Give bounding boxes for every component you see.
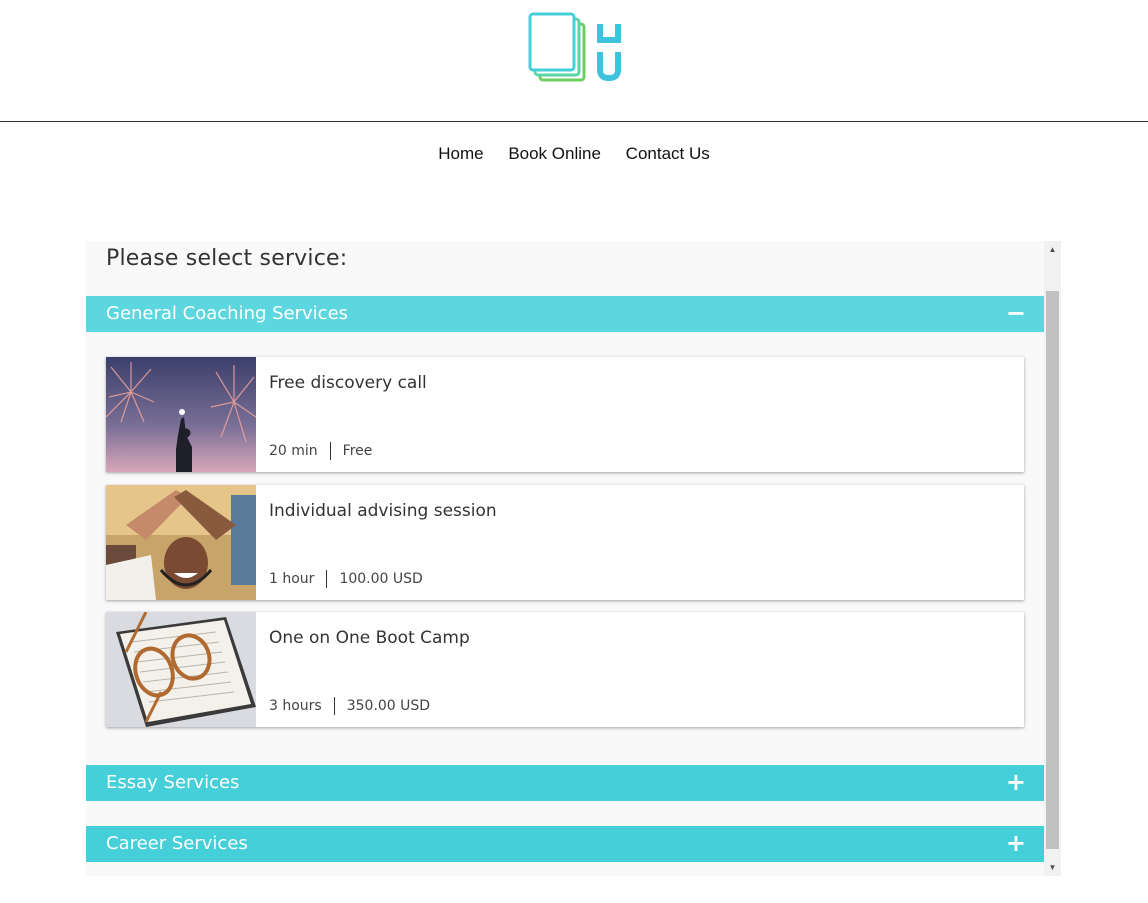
service-card-individual-advising-session[interactable]: Individual advising session 1 hour 100.0… [106, 485, 1024, 600]
scrollbar-thumb[interactable] [1046, 291, 1059, 849]
high-five-photo [106, 485, 256, 600]
book-stack-logo-icon [528, 12, 621, 82]
category-label: Career Services [106, 833, 248, 854]
widget-scrollbar[interactable]: ▲ ▼ [1044, 241, 1061, 876]
service-name: Individual advising session [269, 501, 497, 521]
main-nav: Home Book Online Contact Us [0, 144, 1148, 164]
service-card-free-discovery-call[interactable]: Free discovery call 20 min Free [106, 357, 1024, 472]
meta-divider [333, 697, 335, 715]
booking-widget-content: Please select service: General Coaching … [86, 241, 1044, 876]
expand-icon[interactable]: + [1006, 826, 1026, 860]
nav-book-online[interactable]: Book Online [508, 144, 601, 164]
category-label: General Coaching Services [106, 303, 349, 324]
nav-home[interactable]: Home [438, 144, 483, 164]
service-duration: 20 min [269, 443, 318, 459]
service-price: 350.00 USD [346, 698, 431, 714]
service-price: Free [342, 443, 373, 459]
meta-divider [329, 442, 331, 460]
scroll-down-arrow-icon[interactable]: ▼ [1044, 859, 1061, 876]
site-logo[interactable] [528, 12, 624, 84]
site-header [0, 0, 1148, 122]
service-meta: 3 hours 350.00 USD [269, 697, 430, 715]
service-duration: 1 hour [269, 571, 315, 587]
nav-contact-us[interactable]: Contact Us [626, 144, 710, 164]
service-card-one-on-one-boot-camp[interactable]: One on One Boot Camp 3 hours 350.00 USD [106, 612, 1024, 727]
category-label: Essay Services [106, 772, 240, 793]
category-essay-services[interactable]: Essay Services + [86, 765, 1044, 801]
service-duration: 3 hours [269, 698, 322, 714]
glasses-on-book-photo [106, 612, 256, 727]
widget-title: Please select service: [106, 246, 348, 271]
meta-divider [326, 570, 328, 588]
service-name: Free discovery call [269, 373, 427, 393]
expand-icon[interactable]: + [1006, 765, 1026, 799]
service-price: 100.00 USD [339, 571, 423, 587]
collapse-icon[interactable]: − [1006, 296, 1026, 330]
booking-widget: Please select service: General Coaching … [86, 241, 1061, 876]
category-career-services[interactable]: Career Services + [86, 826, 1044, 862]
scroll-up-arrow-icon[interactable]: ▲ [1044, 241, 1061, 258]
service-name: One on One Boot Camp [269, 628, 470, 648]
service-meta: 1 hour 100.00 USD [269, 570, 423, 588]
category-general-coaching[interactable]: General Coaching Services − [86, 296, 1044, 332]
fireworks-person-photo [106, 357, 256, 472]
service-meta: 20 min Free [269, 442, 372, 460]
